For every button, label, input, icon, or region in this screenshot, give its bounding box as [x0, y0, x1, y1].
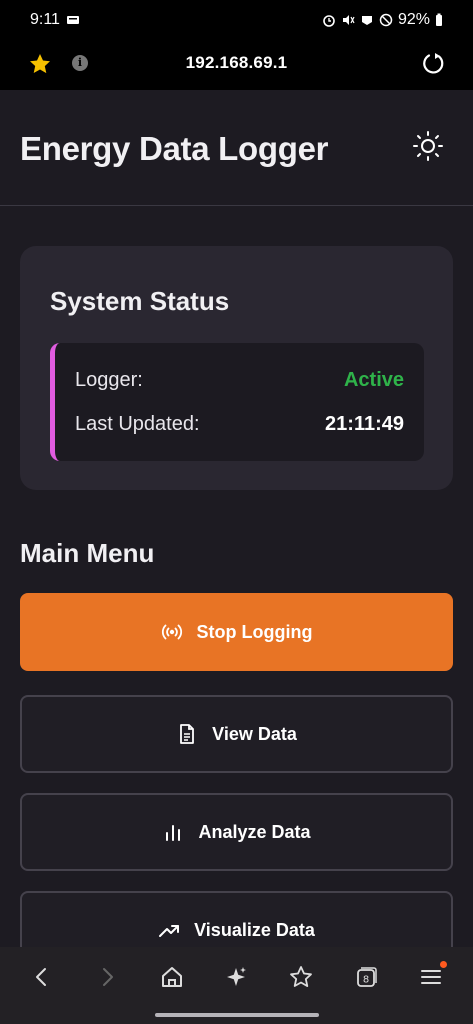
menu-icon[interactable]: [413, 959, 449, 995]
gesture-bar: [0, 1007, 473, 1024]
dnd-icon: [379, 13, 393, 27]
browser-url-bar: i 192.168.69.1: [0, 40, 473, 90]
logger-label: Logger:: [75, 369, 143, 391]
battery-icon: [435, 13, 443, 27]
back-icon[interactable]: [24, 959, 60, 995]
bookmarks-icon[interactable]: [283, 959, 319, 995]
forward-icon[interactable]: [89, 959, 125, 995]
home-icon[interactable]: [154, 959, 190, 995]
analyze-data-button[interactable]: Analyze Data: [20, 793, 453, 871]
status-time: 9:11: [30, 11, 60, 28]
broadcast-icon: [161, 621, 183, 643]
status-card-title: System Status: [50, 286, 230, 316]
view-data-label: View Data: [212, 723, 297, 744]
stop-logging-button[interactable]: Stop Logging: [20, 593, 453, 671]
view-data-button[interactable]: View Data: [20, 695, 453, 773]
stop-logging-label: Stop Logging: [196, 621, 313, 642]
notification-icon: [66, 13, 80, 27]
status-right: 92%: [322, 11, 443, 29]
status-bar: 9:11 92%: [0, 0, 473, 40]
alarm-icon: [322, 13, 336, 27]
page-header: Energy Data Logger: [0, 90, 473, 206]
browser-bottom-nav: 8: [0, 947, 473, 1007]
logger-status-value: Active: [343, 369, 404, 391]
sun-icon[interactable]: [412, 130, 444, 162]
page-content: Energy Data Logger System Status Logger:…: [0, 90, 473, 947]
tabs-icon[interactable]: 8: [348, 959, 384, 995]
page-title: Energy Data Logger: [20, 130, 329, 167]
url-text[interactable]: 192.168.69.1: [0, 53, 473, 73]
reload-icon[interactable]: [420, 51, 446, 77]
system-status-card: System Status Logger: Active Last Update…: [20, 246, 453, 490]
document-icon: [176, 723, 198, 745]
bar-chart-icon: [162, 821, 184, 843]
analyze-data-label: Analyze Data: [198, 821, 311, 842]
sparkle-icon[interactable]: [218, 959, 254, 995]
visualize-data-button[interactable]: Visualize Data: [20, 891, 453, 947]
status-left: 9:11: [30, 11, 80, 29]
last-updated-value: 21:11:49: [325, 413, 404, 435]
notification-dot: [439, 961, 447, 968]
last-updated-row: Last Updated: 21:11:49: [75, 413, 404, 436]
battery-percent: 92%: [397, 11, 430, 28]
tab-count: 8: [363, 975, 369, 986]
mute-icon: [341, 13, 355, 27]
main-menu-title: Main Menu: [20, 538, 155, 568]
logger-row: Logger: Active: [75, 369, 404, 392]
last-updated-label: Last Updated:: [75, 413, 200, 435]
visualize-data-label: Visualize Data: [194, 919, 315, 940]
trending-up-icon: [158, 919, 180, 941]
gesture-pill[interactable]: [155, 1013, 319, 1017]
status-panel: Logger: Active Last Updated: 21:11:49: [50, 343, 424, 461]
data-icon: [360, 13, 374, 27]
